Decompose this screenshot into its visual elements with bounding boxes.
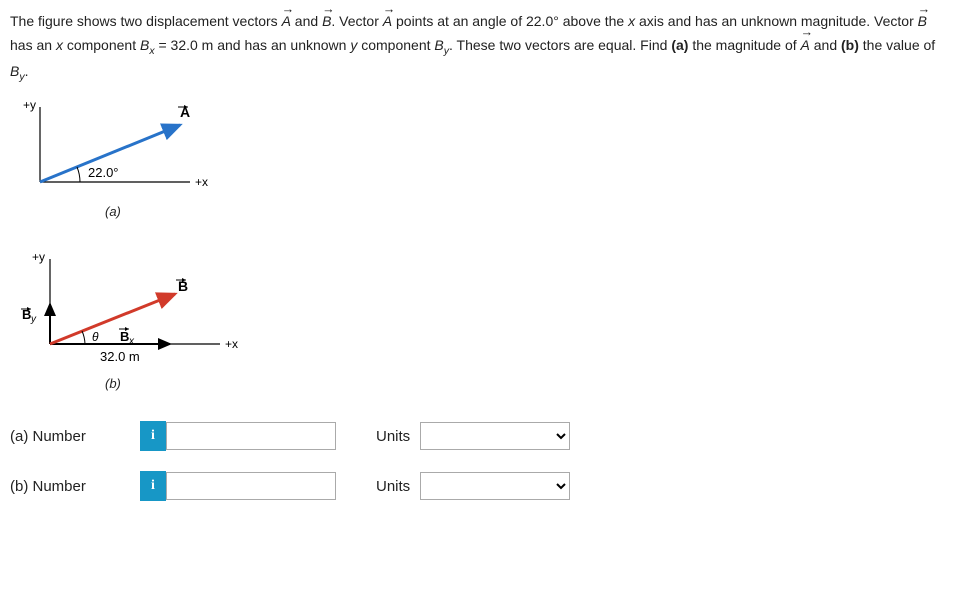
answer-row-a: (a) Number i Units (10, 421, 950, 451)
angle-label: 22.0° (88, 165, 119, 180)
units-select-a[interactable] (420, 422, 570, 450)
units-label-b: Units (376, 478, 410, 495)
plus-x-label-b: +x (225, 337, 238, 351)
info-icon[interactable]: i (140, 421, 166, 451)
figure-a-caption: (a) (105, 204, 950, 219)
info-icon[interactable]: i (140, 471, 166, 501)
answer-b-input[interactable] (166, 472, 336, 500)
answer-row-b: (b) Number i Units (10, 471, 950, 501)
answer-b-label: (b) Number (10, 478, 140, 495)
plus-y-label-b: +y (32, 250, 45, 264)
vector-a-diagram: +y +x 22.0° A (20, 97, 240, 197)
figure-b-caption: (b) (105, 376, 950, 391)
svg-text:B: B (120, 329, 129, 344)
units-label-a: Units (376, 428, 410, 445)
plus-x-label: +x (195, 175, 208, 189)
figure-b: +y +x B y θ B x 32.0 m B (b) (20, 249, 950, 391)
vector-a-symbol: A (282, 10, 291, 34)
units-select-b[interactable] (420, 472, 570, 500)
svg-text:x: x (128, 336, 135, 347)
problem-statement: The figure shows two displacement vector… (10, 10, 950, 87)
figure-a: +y +x 22.0° A (a) (20, 97, 950, 219)
theta-label: θ (92, 330, 99, 344)
vector-b-diagram: +y +x B y θ B x 32.0 m B (20, 249, 260, 369)
answer-a-label: (a) Number (10, 428, 140, 445)
bx-length: 32.0 m (100, 349, 140, 364)
answer-a-input[interactable] (166, 422, 336, 450)
svg-text:y: y (30, 314, 37, 325)
vector-b-symbol: B (322, 10, 331, 34)
plus-y-label: +y (23, 98, 36, 112)
